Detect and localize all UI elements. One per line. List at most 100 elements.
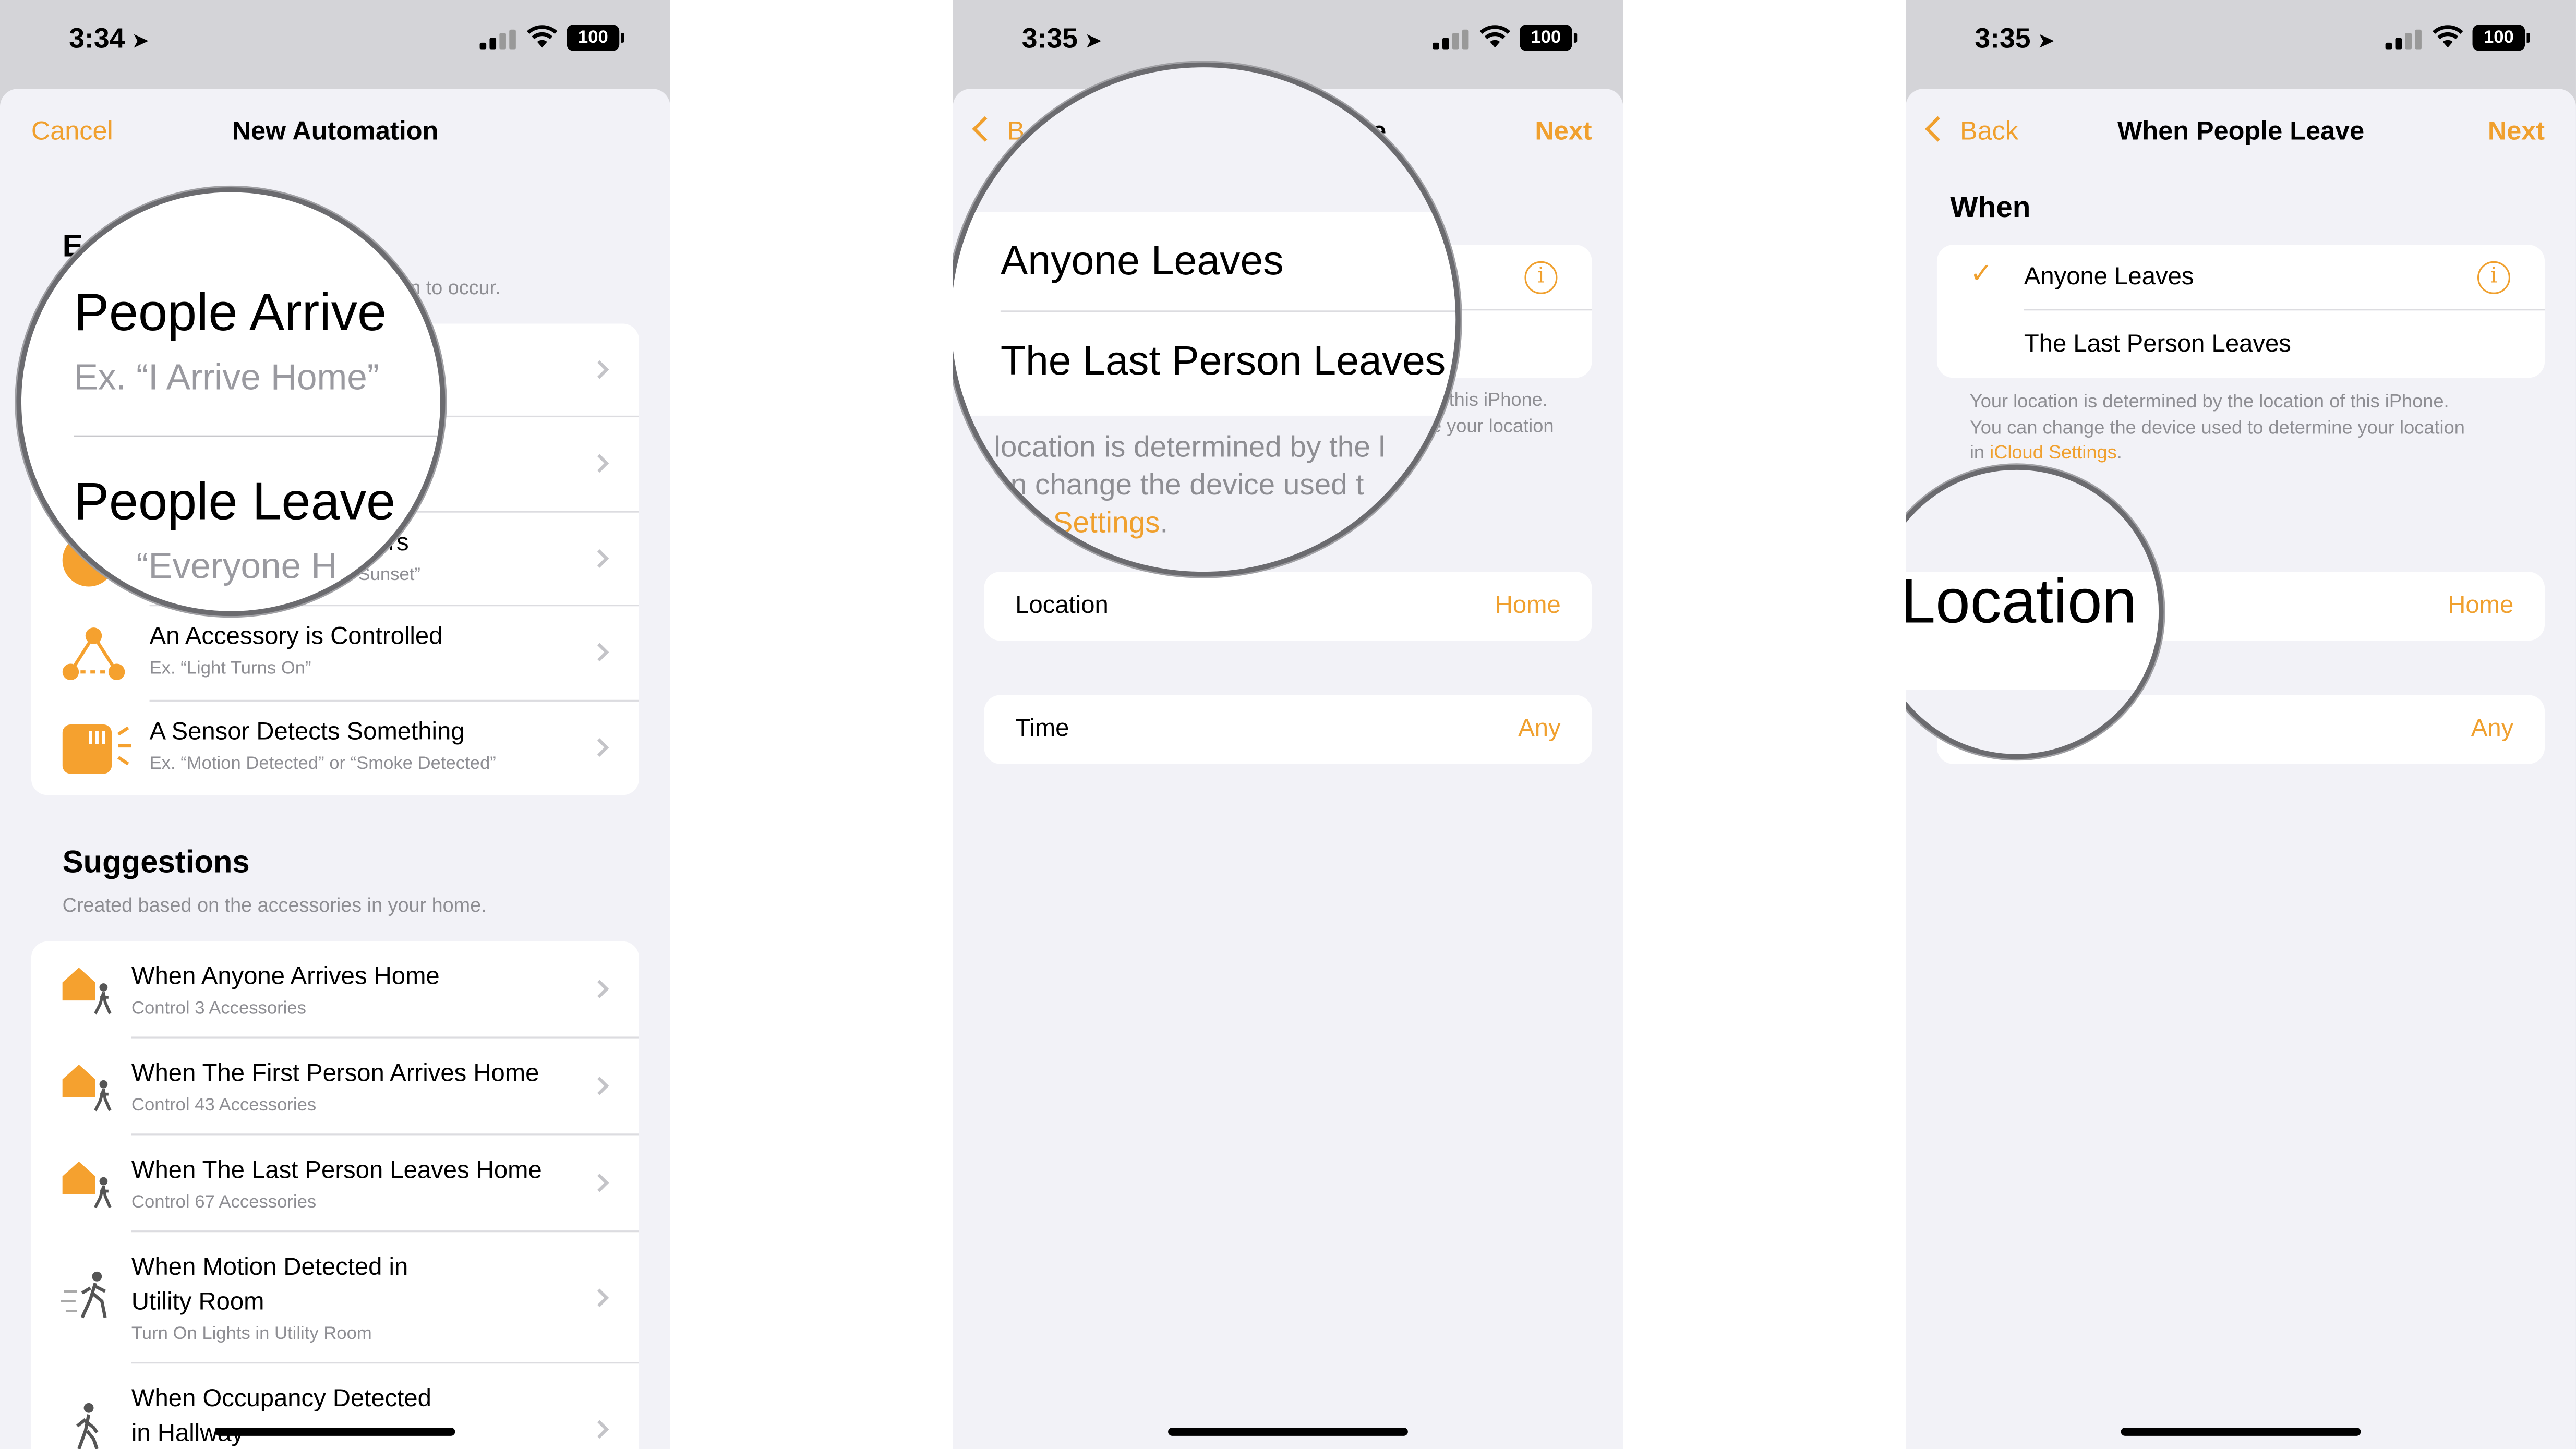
occupancy-icon xyxy=(76,1403,99,1449)
battery-icon: 100 xyxy=(1520,25,1578,51)
next-button[interactable]: Next xyxy=(2488,118,2545,148)
row-title: When The Last Person Leaves Home xyxy=(131,1156,542,1185)
magnified-subtitle-arrive: Ex. “I Arrive Home” xyxy=(74,356,379,398)
suggestion-item[interactable]: When The Last Person Leaves Home Control… xyxy=(31,1135,640,1233)
time-group: Time Any xyxy=(984,695,1592,764)
row-subtitle: Sunset” xyxy=(358,565,420,585)
screen-when-people-leave: 3:35 ➤ 100 Back When People Leave Next Wh… xyxy=(1906,0,2576,1449)
home-person-icon xyxy=(62,968,112,1015)
suggestion-item[interactable]: When Anyone Arrives Home Control 3 Acces… xyxy=(31,941,640,1039)
magnified-subtitle-leave: “Everyone H xyxy=(136,545,338,587)
row-subtitle: Ex. “Light Turns On” xyxy=(149,659,311,679)
chevron-right-icon xyxy=(590,643,609,662)
cellular-signal-icon xyxy=(2385,29,2422,50)
event-sensor-detects[interactable]: A Sensor Detects Something Ex. “Motion D… xyxy=(31,702,639,795)
cellular-signal-icon xyxy=(1433,29,1469,50)
status-time-text: 3:35 xyxy=(1021,23,1078,54)
chevron-right-icon xyxy=(590,738,609,757)
icloud-settings-link[interactable]: iCloud Settings xyxy=(1990,443,2117,463)
chevron-right-icon xyxy=(590,1420,609,1439)
status-time-text: 3:35 xyxy=(1975,23,2031,54)
row-title-line2: Utility Room xyxy=(131,1288,264,1316)
time-value: Any xyxy=(2471,715,2514,743)
suggestion-item[interactable]: When Occupancy Detected in Hallway xyxy=(31,1363,639,1449)
footer-partial: e your location xyxy=(1430,417,1554,437)
chevron-right-icon xyxy=(590,549,609,568)
status-time: 3:35 ➤ xyxy=(1975,23,2055,56)
when-heading: When xyxy=(1950,190,2031,224)
time-value: Any xyxy=(1518,715,1561,743)
magnified-title-people-arrive: People Arrive xyxy=(74,282,387,342)
suggestions-heading: Suggestions xyxy=(62,846,250,881)
wifi-icon xyxy=(2433,25,2463,48)
location-group: Location Home xyxy=(984,572,1592,641)
wifi-icon xyxy=(527,25,558,48)
chevron-right-icon xyxy=(590,980,609,998)
option-label: Anyone Leaves xyxy=(2024,262,2194,291)
period: . xyxy=(1160,506,1169,539)
option-last-person-leaves[interactable]: The Last Person Leaves xyxy=(1937,310,2545,378)
row-subtitle: Control 43 Accessories xyxy=(131,1095,317,1116)
magnifier-when-options: Anyone Leaves The Last Person Leaves loc… xyxy=(953,62,1461,577)
event-accessory-controlled[interactable]: An Accessory is Controlled Ex. “Light Tu… xyxy=(31,606,640,702)
option-anyone-leaves[interactable]: ✓ Anyone Leaves i xyxy=(1937,245,2545,311)
divider xyxy=(74,435,440,437)
location-value: Home xyxy=(2448,591,2514,620)
screen-when-people-leave-zoom: 3:35➤ 100 B ve Next i this iPhone. e you… xyxy=(953,0,1623,1449)
suggestions-footer: Created based on the accessories in your… xyxy=(62,893,487,917)
checkmark-icon: ✓ xyxy=(1969,258,1993,289)
nav-bar: Back When People Leave Next xyxy=(1906,89,2576,177)
footer-line1: Your location is determined by the locat… xyxy=(1969,392,2449,413)
row-title-line1: When Occupancy Detected xyxy=(131,1385,431,1413)
footer-line2: You can change the device used to determ… xyxy=(1969,418,2465,438)
magnified-footer-line2: n change the device used t xyxy=(1010,468,1364,501)
home-indicator xyxy=(215,1428,455,1436)
row-subtitle: Control 67 Accessories xyxy=(131,1192,317,1213)
nav-title: When People Leave xyxy=(2117,118,2365,147)
location-row[interactable]: Location Home xyxy=(984,572,1592,641)
magnified-location-label: Location xyxy=(1906,568,2137,638)
location-arrow-icon: ➤ xyxy=(131,28,150,53)
suggestion-item[interactable]: When Motion Detected in Utility Room Tur… xyxy=(31,1232,640,1364)
chevron-right-icon xyxy=(590,1077,609,1095)
motion-icon xyxy=(61,1271,107,1319)
magnified-option-anyone-leaves: Anyone Leaves xyxy=(1000,238,1284,284)
info-icon[interactable]: i xyxy=(1524,261,1558,294)
home-indicator xyxy=(2121,1428,2361,1436)
when-options: ✓ Anyone Leaves i The Last Person Leaves xyxy=(1936,245,2545,378)
next-button[interactable]: Next xyxy=(1535,118,1592,148)
chevron-right-icon xyxy=(590,454,609,473)
option-label: The Last Person Leaves xyxy=(2024,330,2291,358)
status-bar: 3:34 ➤ 100 xyxy=(0,0,670,86)
wifi-icon xyxy=(1479,25,1511,48)
chevron-right-icon xyxy=(590,360,609,379)
row-subtitle: Turn On Lights in Utility Room xyxy=(131,1324,372,1344)
location-arrow-icon: ➤ xyxy=(1084,28,1102,53)
magnified-title-people-leave: People Leave xyxy=(74,471,396,531)
battery-icon: 100 xyxy=(567,25,624,51)
magnifier-events: People Arrive Ex. “I Arrive Home” People… xyxy=(16,187,446,617)
modal-sheet: Back When People Leave Next When ✓ Anyon… xyxy=(1906,89,2576,1449)
magnified-footer-line3: Settings. xyxy=(1053,506,1169,540)
chevron-right-icon xyxy=(590,1288,609,1308)
row-title-line1: When Motion Detected in xyxy=(131,1253,408,1282)
time-row[interactable]: Time Any xyxy=(984,695,1592,764)
location-value: Home xyxy=(1495,591,1561,620)
status-bar: 3:35 ➤ 100 xyxy=(1906,0,2576,86)
time-label: Time xyxy=(1015,715,1069,743)
info-icon[interactable]: i xyxy=(2477,261,2510,294)
location-arrow-icon: ➤ xyxy=(2037,28,2055,53)
row-title: When Anyone Arrives Home xyxy=(131,962,440,991)
clock-icon xyxy=(21,537,87,603)
suggestion-item[interactable]: When The First Person Arrives Home Contr… xyxy=(31,1039,640,1136)
cellular-signal-icon xyxy=(479,29,516,50)
sensor-icon xyxy=(62,724,131,774)
icloud-settings-link[interactable]: Settings xyxy=(1053,506,1160,539)
magnified-footer-line1: location is determined by the l xyxy=(994,430,1386,464)
chevron-right-icon xyxy=(590,1173,609,1192)
accessory-icon xyxy=(62,627,125,680)
status-time: 3:35 ➤ xyxy=(1022,23,1102,56)
row-subtitle: Control 3 Accessories xyxy=(131,999,306,1019)
nav-bar: Cancel New Automation xyxy=(0,89,670,177)
home-indicator xyxy=(1168,1428,1408,1436)
